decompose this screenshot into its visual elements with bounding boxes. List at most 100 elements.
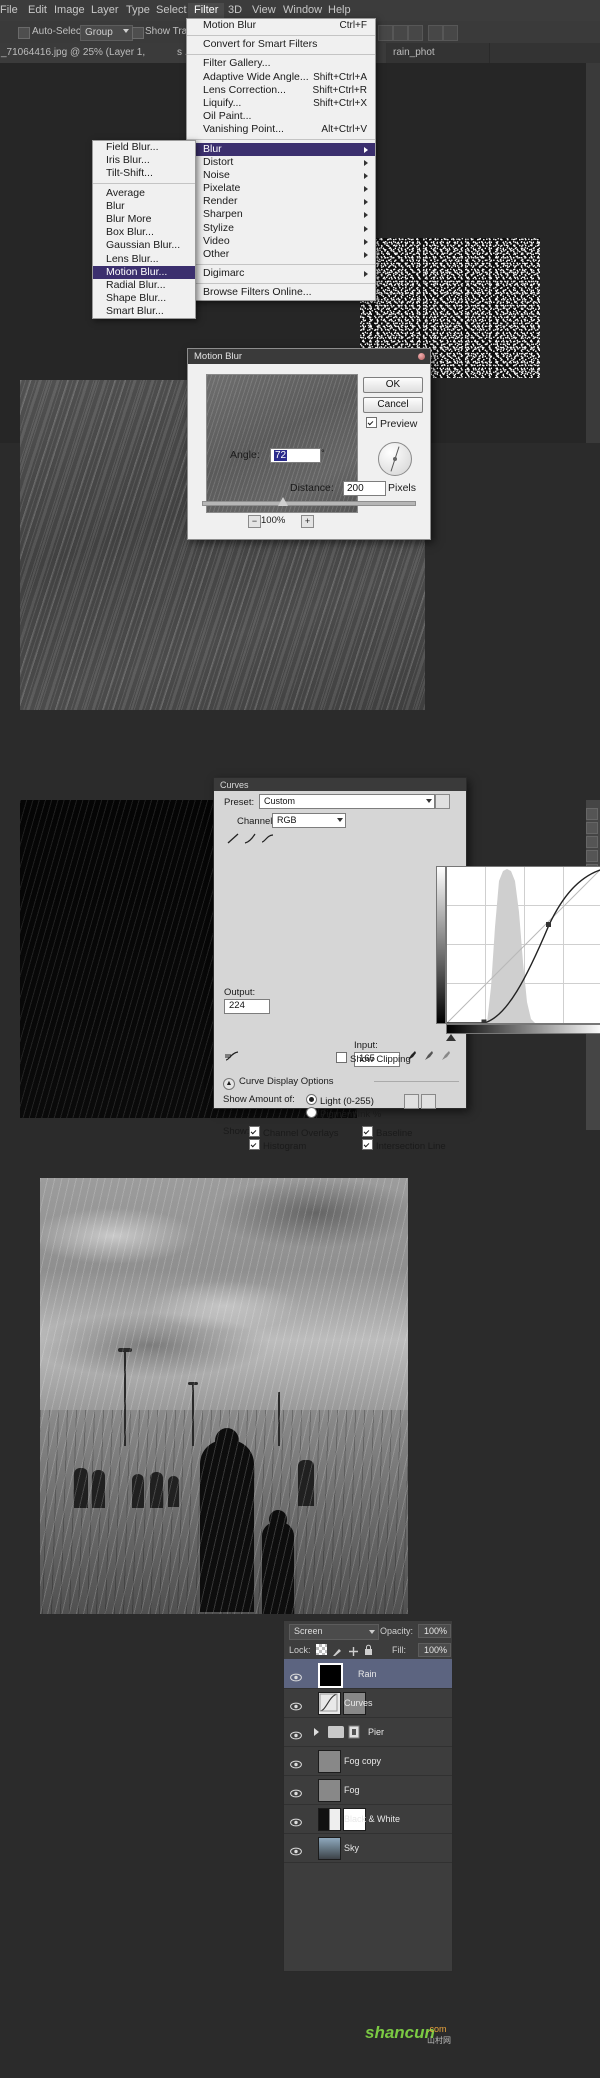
filter-item-oil-paint[interactable]: Oil Paint... <box>187 110 375 123</box>
eyedropper-white-icon[interactable] <box>440 1049 451 1061</box>
auto-select-checkbox[interactable] <box>18 27 30 39</box>
pigment-radio-row[interactable]: Pigment/Ink % <box>306 1107 381 1120</box>
layer-row-fog[interactable]: Fog <box>284 1775 452 1805</box>
channel-overlays-row[interactable]: Channel Overlays <box>249 1126 339 1139</box>
baseline-row[interactable]: Baseline <box>362 1126 412 1139</box>
auto-curve-icon[interactable] <box>224 1049 240 1068</box>
eye-icon[interactable] <box>290 1669 302 1682</box>
curve-smooth-icon[interactable] <box>261 832 274 845</box>
histogram-row[interactable]: Histogram <box>249 1139 306 1152</box>
filter-item-render[interactable]: Render <box>187 195 375 208</box>
align-right-button[interactable] <box>408 25 423 41</box>
filter-item-pixelate[interactable]: Pixelate <box>187 182 375 195</box>
blur-item-average[interactable]: Average <box>93 187 195 200</box>
curve-display-options-toggle[interactable]: ▲ Curve Display Options <box>223 1076 334 1090</box>
eye-icon[interactable] <box>290 1814 302 1827</box>
close-icon[interactable] <box>418 353 425 360</box>
ok-button[interactable]: OK <box>363 377 423 393</box>
filter-item-browse-filters-online[interactable]: Browse Filters Online... <box>187 286 375 299</box>
blur-item-smart-blur[interactable]: Smart Blur... <box>93 305 195 318</box>
radio-icon[interactable] <box>306 1107 317 1118</box>
black-point-slider[interactable] <box>446 1034 456 1041</box>
filter-item-blur[interactable]: Blur <box>187 142 375 156</box>
eye-icon[interactable] <box>290 1727 302 1740</box>
curve-draw-icon[interactable] <box>244 832 257 845</box>
opacity-value[interactable]: 100% <box>418 1624 451 1638</box>
layer-row-fog-copy[interactable]: Fog copy <box>284 1746 452 1776</box>
eye-icon[interactable] <box>290 1785 302 1798</box>
intersection-line-row[interactable]: Intersection Line <box>362 1139 446 1152</box>
blur-item-radial-blur[interactable]: Radial Blur... <box>93 279 195 292</box>
filter-item-sharpen[interactable]: Sharpen <box>187 208 375 221</box>
layer-row-black-and-white[interactable]: Black & White <box>284 1804 452 1834</box>
show-transform-checkbox[interactable] <box>132 27 144 39</box>
filter-item-video[interactable]: Video <box>187 235 375 248</box>
document-tab-1[interactable]: _71064416.jpg @ 25% (Layer 1, RGB/8) * × <box>0 43 193 78</box>
filter-item-stylize[interactable]: Stylize <box>187 222 375 235</box>
layer-row-curves[interactable]: Curves <box>284 1688 452 1718</box>
filter-item-noise[interactable]: Noise <box>187 169 375 182</box>
slider-thumb[interactable] <box>278 497 288 506</box>
menu-layer[interactable]: Layer <box>85 3 125 18</box>
blur-item-motion-blur[interactable]: Motion Blur... <box>93 265 195 279</box>
preset-dropdown[interactable]: Custom <box>259 794 435 809</box>
filter-item-motion-blur[interactable]: Motion Blur Ctrl+F <box>187 19 375 32</box>
show-clipping-row[interactable]: Show Clipping <box>336 1052 411 1065</box>
layer-row-rain[interactable]: Rain <box>284 1659 452 1689</box>
menu-filter[interactable]: Filter <box>188 3 225 18</box>
distribute-top-button[interactable] <box>428 25 443 41</box>
filter-item-adaptive-wide-angle[interactable]: Adaptive Wide Angle... Shift+Ctrl+A <box>187 71 375 84</box>
checkbox-icon[interactable] <box>362 1126 373 1137</box>
distance-input[interactable]: 200 <box>343 481 386 496</box>
filter-item-lens-correction[interactable]: Lens Correction... Shift+Ctrl+R <box>187 84 375 97</box>
layer-thumbnail[interactable] <box>318 1663 343 1688</box>
blur-item-iris-blur[interactable]: Iris Blur... <box>93 154 195 167</box>
grid-size-small-button[interactable] <box>404 1094 419 1109</box>
checkbox-icon[interactable] <box>249 1126 260 1137</box>
output-input[interactable]: 224 <box>224 999 270 1014</box>
eye-icon[interactable] <box>290 1843 302 1856</box>
filter-item-digimarc[interactable]: Digimarc <box>187 267 375 280</box>
eyedropper-gray-icon[interactable] <box>423 1049 434 1061</box>
blur-item-gaussian-blur[interactable]: Gaussian Blur... <box>93 239 195 252</box>
document-tab-3[interactable]: rain_phot <box>386 43 490 63</box>
angle-input[interactable]: 72 <box>270 448 321 463</box>
preview-checkbox-row[interactable]: Preview <box>366 417 417 430</box>
lock-transparency-icon[interactable] <box>316 1644 327 1655</box>
blur-item-tilt-shift[interactable]: Tilt-Shift... <box>93 167 195 180</box>
panel-icon-3[interactable] <box>586 836 598 848</box>
blur-item-shape-blur[interactable]: Shape Blur... <box>93 292 195 305</box>
blur-item-blur[interactable]: Blur <box>93 200 195 213</box>
filter-item-distort[interactable]: Distort <box>187 156 375 169</box>
blur-item-field-blur[interactable]: Field Blur... <box>93 141 195 154</box>
menu-file[interactable]: File <box>0 3 24 18</box>
layer-thumbnail[interactable] <box>318 1779 341 1802</box>
grid-size-large-button[interactable] <box>421 1094 436 1109</box>
layer-row-pier[interactable]: Pier <box>284 1717 452 1747</box>
collapse-icon[interactable]: ▲ <box>223 1078 235 1090</box>
menu-3d[interactable]: 3D <box>222 3 248 18</box>
cancel-button[interactable]: Cancel <box>363 397 423 413</box>
chevron-right-icon[interactable] <box>314 1728 319 1736</box>
checkbox-icon[interactable] <box>362 1139 373 1150</box>
layer-row-sky[interactable]: Sky <box>284 1833 452 1863</box>
distribute-middle-button[interactable] <box>443 25 458 41</box>
eye-icon[interactable] <box>290 1698 302 1711</box>
blur-item-blur-more[interactable]: Blur More <box>93 213 195 226</box>
channel-dropdown[interactable]: RGB <box>272 813 346 828</box>
panel-icon-1[interactable] <box>586 808 598 820</box>
filter-item-vanishing-point[interactable]: Vanishing Point... Alt+Ctrl+V <box>187 123 375 136</box>
layer-thumbnail[interactable] <box>318 1837 341 1860</box>
layer-thumbnail[interactable] <box>318 1692 341 1715</box>
eye-icon[interactable] <box>290 1756 302 1769</box>
checkbox-icon[interactable] <box>366 417 377 428</box>
distance-slider[interactable] <box>202 497 416 507</box>
zoom-in-button[interactable]: + <box>301 515 314 528</box>
layer-thumbnail[interactable] <box>318 1808 341 1831</box>
menu-select[interactable]: Select <box>150 3 193 18</box>
panel-icon-2[interactable] <box>586 822 598 834</box>
blend-mode-dropdown[interactable]: Screen <box>289 1624 379 1640</box>
filter-item-filter-gallery[interactable]: Filter Gallery... <box>187 57 375 70</box>
curve-pencil-icon[interactable] <box>227 832 240 845</box>
layer-thumbnail[interactable] <box>318 1750 341 1773</box>
